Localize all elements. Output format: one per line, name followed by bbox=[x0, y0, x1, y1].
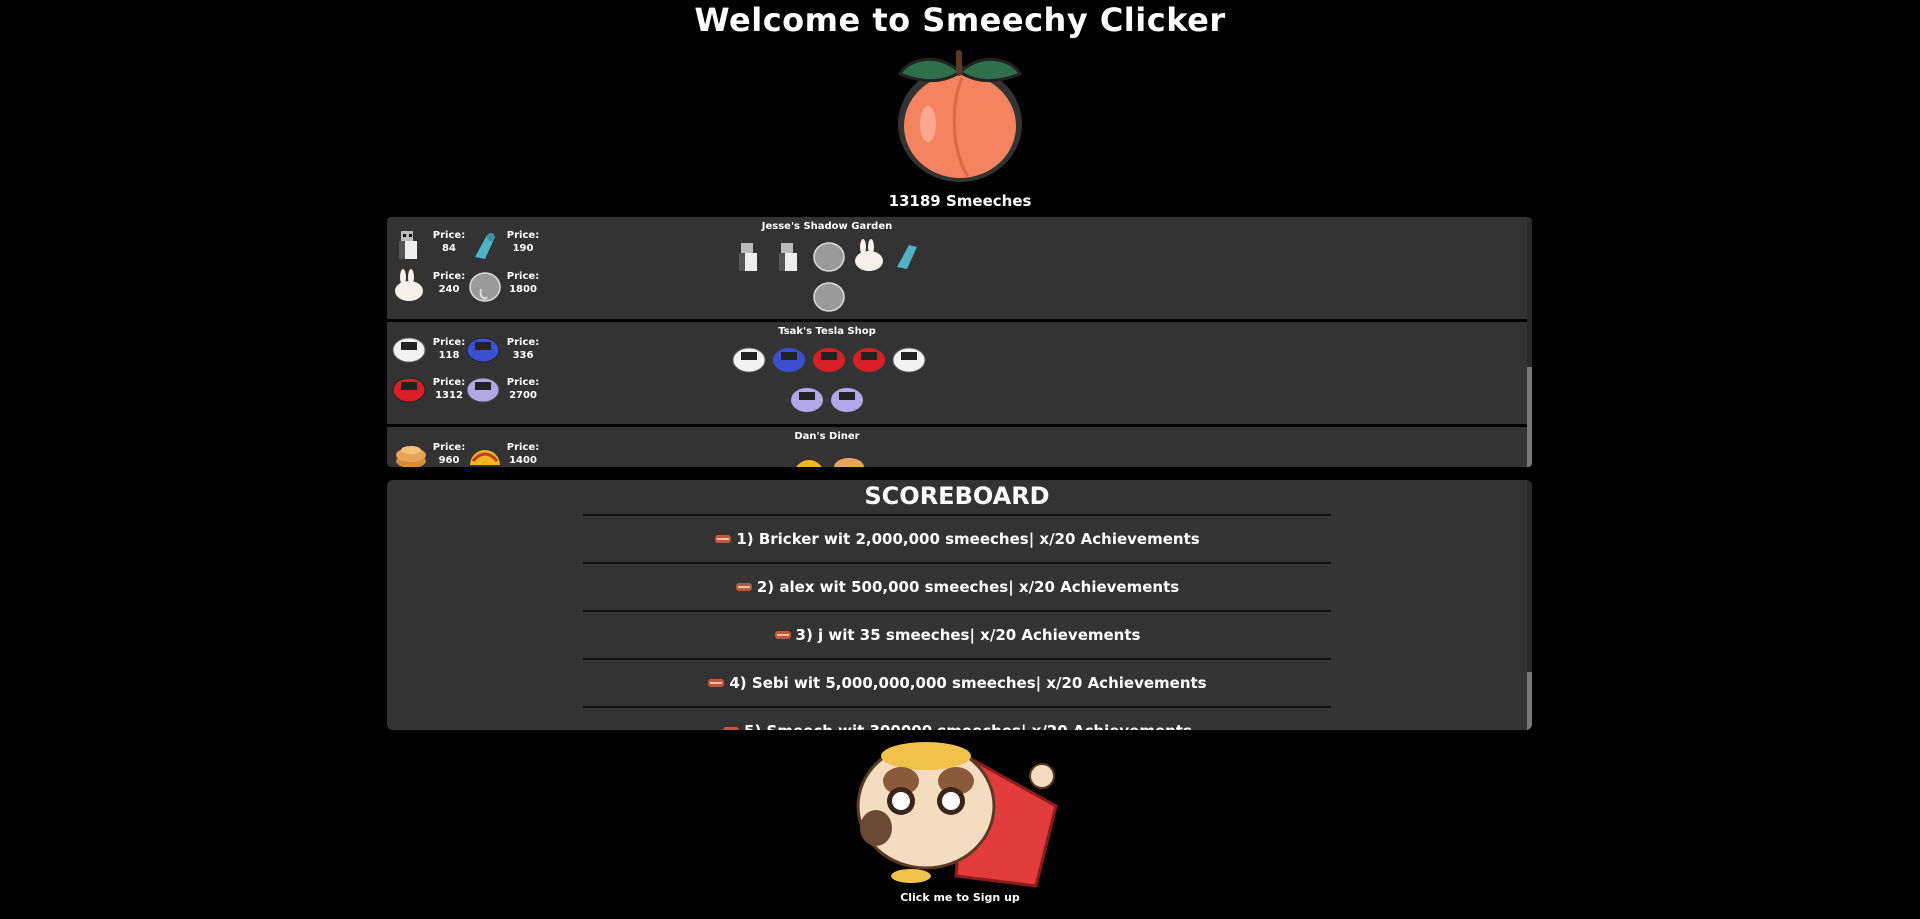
peach-clicker-icon[interactable] bbox=[890, 44, 1030, 184]
taco-icon[interactable] bbox=[467, 439, 503, 467]
husky-icon bbox=[779, 243, 797, 271]
scoreboard-entry: 4) Sebi wit 5,000,000,000 smeeches| x/20… bbox=[387, 673, 1527, 693]
husky-icon bbox=[739, 243, 757, 271]
bacon-icon bbox=[715, 535, 732, 543]
price-value: 84 bbox=[442, 243, 456, 254]
rabbit-icon bbox=[855, 239, 883, 271]
pancake-icon bbox=[834, 458, 864, 467]
elephant-icon bbox=[813, 282, 845, 312]
price-label: Price: bbox=[506, 337, 540, 348]
pug-signup-icon[interactable] bbox=[846, 736, 1076, 891]
scoreboard-scrollbar[interactable] bbox=[1527, 480, 1532, 730]
shop-scrollbar[interactable] bbox=[1527, 217, 1532, 467]
price-label: Price: bbox=[432, 337, 466, 348]
bacon-icon bbox=[708, 679, 725, 687]
shop-name: Tsak's Tesla Shop bbox=[778, 326, 876, 337]
red-car-icon[interactable] bbox=[391, 370, 427, 406]
elephant-icon bbox=[813, 242, 845, 272]
scoreboard-entry: 1) Bricker wit 2,000,000 smeeches| x/20 … bbox=[387, 529, 1527, 549]
shop-row-tsak: Price: 118 Price: 336 Price: 1312 Price:… bbox=[387, 322, 1527, 424]
lavender-car-icon bbox=[831, 388, 863, 412]
scoreboard-panel[interactable]: SCOREBOARD 1) Bricker wit 2,000,000 smee… bbox=[387, 480, 1532, 730]
divider bbox=[583, 706, 1331, 708]
price-value: 190 bbox=[512, 243, 534, 254]
red-car-icon bbox=[813, 348, 845, 372]
pancake-icon[interactable] bbox=[393, 439, 429, 467]
smeech-counter: 13189 Smeeches bbox=[888, 192, 1032, 210]
red-car-icon bbox=[853, 348, 885, 372]
divider bbox=[583, 610, 1331, 612]
price-label: Price: bbox=[432, 377, 466, 388]
shop-name: Jesse's Shadow Garden bbox=[761, 221, 893, 232]
scoreboard-entry: 5) Smeech wit 300000 smeeches| x/20 Achi… bbox=[387, 721, 1527, 730]
lavender-car-icon[interactable] bbox=[465, 370, 501, 406]
elephant-icon[interactable] bbox=[467, 267, 503, 303]
bird-icon bbox=[897, 245, 917, 269]
rabbit-icon[interactable] bbox=[391, 267, 427, 303]
price-value: 336 bbox=[512, 350, 534, 361]
price-label: Price: bbox=[432, 271, 466, 282]
shop-name: Dan's Diner bbox=[794, 431, 860, 442]
price-value: 1800 bbox=[509, 284, 537, 295]
divider bbox=[583, 514, 1331, 516]
bird-icon[interactable] bbox=[467, 227, 503, 263]
shop-panel[interactable]: Price: 84 Price: 190 Price: 240 Price: 1… bbox=[387, 217, 1532, 467]
price-value: 118 bbox=[438, 350, 460, 361]
white-car-icon bbox=[892, 347, 926, 373]
lavender-car-icon bbox=[791, 388, 823, 412]
bacon-icon bbox=[735, 583, 752, 591]
scoreboard-title: SCOREBOARD bbox=[864, 482, 1050, 510]
taco-icon bbox=[796, 460, 822, 467]
price-label: Price: bbox=[506, 377, 540, 388]
scoreboard-entry: 2) alex wit 500,000 smeeches| x/20 Achie… bbox=[387, 577, 1527, 597]
price-value: 2700 bbox=[509, 390, 537, 401]
signup-label[interactable]: Click me to Sign up bbox=[0, 891, 1920, 904]
scoreboard-entry: 3) j wit 35 smeeches| x/20 Achievements bbox=[387, 625, 1527, 645]
price-value: 240 bbox=[438, 284, 460, 295]
white-car-icon bbox=[732, 347, 766, 373]
price-label: Price: bbox=[432, 442, 466, 453]
price-value: 1400 bbox=[509, 455, 537, 466]
price-label: Price: bbox=[506, 442, 540, 453]
divider bbox=[583, 658, 1331, 660]
divider bbox=[583, 562, 1331, 564]
blue-car-icon bbox=[773, 348, 805, 372]
price-value: 960 bbox=[438, 455, 460, 466]
price-label: Price: bbox=[506, 271, 540, 282]
shop-row-dan: Price: 960 Price: 1400 Dan's Diner bbox=[387, 427, 1527, 467]
page-title: Welcome to Smeechy Clicker bbox=[694, 1, 1226, 39]
price-value: 1312 bbox=[435, 390, 463, 401]
shop-row-jesse: Price: 84 Price: 190 Price: 240 Price: 1… bbox=[387, 217, 1527, 319]
bacon-icon bbox=[774, 631, 791, 639]
bacon-icon bbox=[723, 727, 740, 730]
